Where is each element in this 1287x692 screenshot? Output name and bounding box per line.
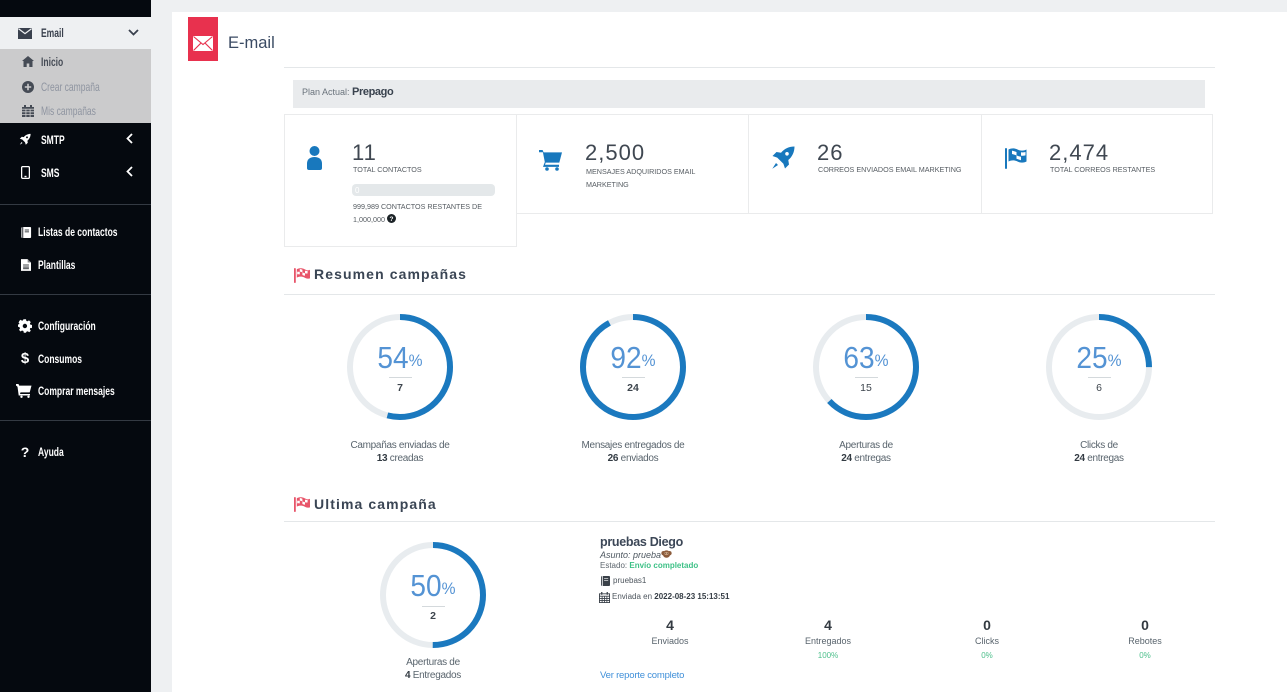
svg-text:?: ? <box>389 216 393 223</box>
